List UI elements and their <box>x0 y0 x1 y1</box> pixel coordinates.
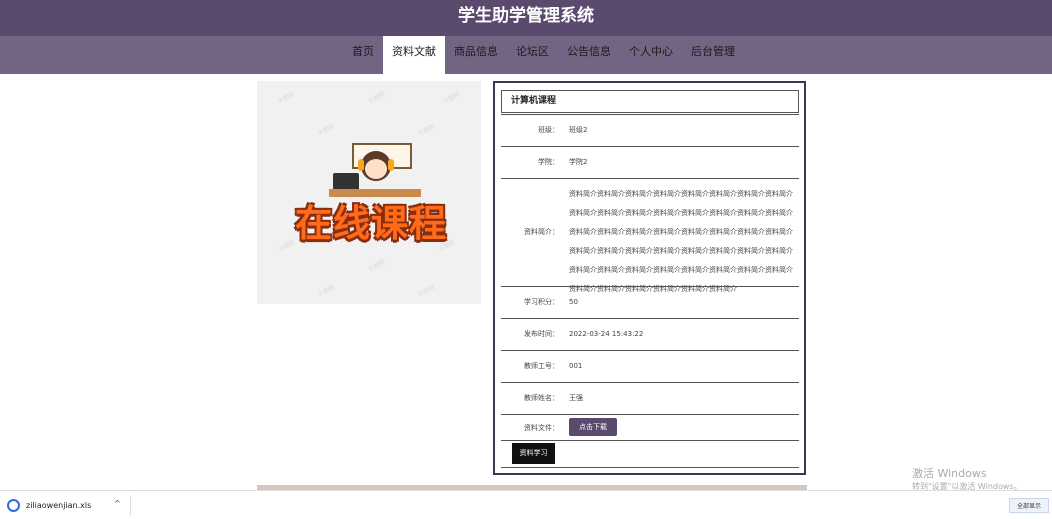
detail-row-intro: 资料简介： 资料简介资料简介资料简介资料简介资料简介资料简介资料简介资料简介资料… <box>501 178 799 293</box>
watermark: 千图网 <box>441 90 462 106</box>
detail-row-points: 学习积分： 50 <box>501 286 799 319</box>
class-label: 班级： <box>538 126 559 134</box>
divider <box>501 467 799 468</box>
divider <box>130 495 131 516</box>
college-value: 学院2 <box>569 158 588 166</box>
class-value: 班级2 <box>569 126 588 134</box>
download-filename[interactable]: ziliaowenjian.xls <box>26 501 91 510</box>
browser-download-bar: ziliaowenjian.xls ^ 全部显示 <box>0 490 1052 519</box>
download-file-icon <box>7 499 20 512</box>
chevron-up-icon[interactable]: ^ <box>114 499 121 508</box>
watermark: 千图网 <box>316 283 337 299</box>
download-button[interactable]: 点击下载 <box>569 418 617 436</box>
headphone-illustration <box>388 159 394 171</box>
watermark: 千图网 <box>316 122 337 138</box>
show-all-button[interactable]: 全部显示 <box>1009 498 1049 513</box>
watermark: 千图网 <box>366 258 387 274</box>
girl-face-illustration <box>365 159 387 179</box>
nav-item-forum[interactable]: 论坛区 <box>507 36 558 74</box>
nav-item-materials[interactable]: 资料文献 <box>383 36 445 74</box>
teacher-id-label: 教师工号： <box>524 362 559 370</box>
watermark: 千图网 <box>416 283 437 299</box>
intro-label: 资料简介： <box>524 228 559 236</box>
main-nav: 首页 资料文献 商品信息 论坛区 公告信息 个人中心 后台管理 <box>0 36 1052 74</box>
watermark: 千图网 <box>416 122 437 138</box>
activate-title: 激活 Windows <box>912 467 987 480</box>
points-value: 50 <box>569 298 578 306</box>
teacher-name-label: 教师姓名： <box>524 394 559 402</box>
site-title: 学生助学管理系统 <box>458 6 594 26</box>
detail-row-teacher-name: 教师姓名： 王强 <box>501 382 799 415</box>
headphone-illustration <box>358 159 364 171</box>
teacher-name-value: 王强 <box>569 394 583 402</box>
course-banner-text: 在线课程 <box>295 202 447 245</box>
intro-value: 资料简介资料简介资料简介资料简介资料简介资料简介资料简介资料简介资料简介资料简介… <box>569 190 793 293</box>
college-label: 学院： <box>538 158 559 166</box>
file-label: 资料文件： <box>524 424 559 432</box>
nav-item-profile[interactable]: 个人中心 <box>620 36 682 74</box>
nav-item-home[interactable]: 首页 <box>343 36 383 74</box>
detail-title: 计算机课程 <box>501 90 799 113</box>
detail-row-class: 班级： 班级2 <box>501 114 799 147</box>
nav-item-products[interactable]: 商品信息 <box>445 36 507 74</box>
publish-time-value: 2022-03-24 15:43:22 <box>569 330 644 338</box>
detail-row-publish-time: 发布时间： 2022-03-24 15:43:22 <box>501 318 799 351</box>
points-label: 学习积分： <box>524 298 559 306</box>
teacher-id-value: 001 <box>569 362 583 370</box>
nav-item-admin[interactable]: 后台管理 <box>682 36 744 74</box>
nav-items: 首页 资料文献 商品信息 论坛区 公告信息 个人中心 后台管理 <box>343 36 744 74</box>
nav-item-notices[interactable]: 公告信息 <box>558 36 620 74</box>
study-button[interactable]: 资料学习 <box>512 443 555 464</box>
row-divider <box>501 440 799 441</box>
detail-row-file: 资料文件： 点击下载 <box>501 414 799 441</box>
watermark: 千图网 <box>366 90 387 106</box>
detail-panel: 计算机课程 班级： 班级2 学院： 学院2 资料简介： 资料简介资料简介资料简介… <box>493 81 806 475</box>
detail-row-college: 学院： 学院2 <box>501 146 799 179</box>
detail-row-teacher-id: 教师工号： 001 <box>501 350 799 383</box>
course-image: 千图网 千图网 千图网 千图网 千图网 千图网 千图网 千图网 千图网 千图网 … <box>257 81 481 304</box>
site-header: 学生助学管理系统 <box>0 0 1052 36</box>
publish-time-label: 发布时间： <box>524 330 559 338</box>
watermark: 千图网 <box>276 90 297 106</box>
